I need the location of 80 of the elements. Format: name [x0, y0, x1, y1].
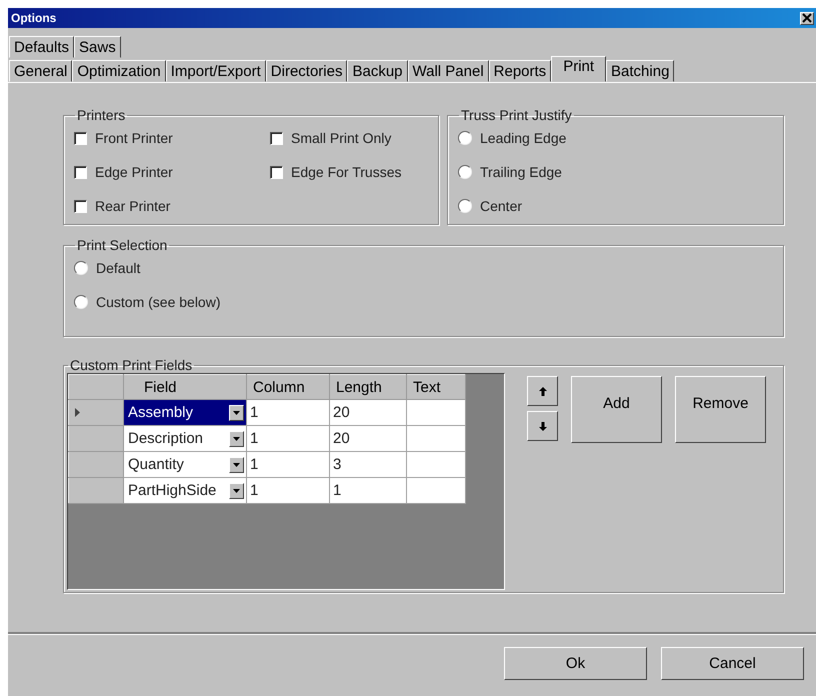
tab[interactable]: Wall Panel: [408, 60, 489, 82]
radio-label: Custom (see below): [96, 294, 220, 310]
radio-button[interactable]: [74, 295, 88, 309]
tab[interactable]: Import/Export: [166, 60, 266, 82]
dropdown-value: PartHighSide: [128, 482, 216, 499]
radio-button[interactable]: [458, 131, 472, 145]
group-title: Print Selection: [76, 237, 168, 253]
table-cell[interactable]: PartHighSide: [124, 478, 246, 504]
checkbox[interactable]: [270, 166, 283, 178]
close-icon: [802, 13, 812, 23]
group-title: Custom Print Fields: [69, 357, 194, 373]
checkbox[interactable]: [74, 166, 87, 178]
checkbox-label: Edge Printer: [95, 164, 173, 180]
table-cell[interactable]: [406, 426, 466, 452]
column-header[interactable]: Text: [406, 374, 466, 400]
dropdown-value: Description: [128, 430, 204, 447]
column-header[interactable]: Column: [246, 374, 330, 400]
radio-label: Default: [96, 260, 140, 276]
caret-icon: [233, 410, 240, 414]
table-cell[interactable]: 1: [246, 452, 330, 478]
checkbox-label: Rear Printer: [95, 198, 170, 214]
table-cell[interactable]: 20: [330, 400, 406, 426]
move-up-button[interactable]: [527, 376, 558, 406]
column-header[interactable]: Field: [124, 374, 246, 400]
table-cell[interactable]: [406, 400, 466, 426]
table-cell[interactable]: 1: [246, 478, 330, 504]
dropdown-button[interactable]: [229, 404, 244, 420]
checkbox-label: Small Print Only: [291, 130, 392, 146]
checkbox[interactable]: [74, 132, 87, 144]
column-header[interactable]: Length: [330, 374, 406, 400]
radio-label: Trailing Edge: [480, 164, 562, 180]
dropdown-value: Assembly: [128, 404, 194, 421]
table-cell[interactable]: [406, 478, 466, 504]
dropdown-button[interactable]: [229, 482, 244, 498]
row-header: [68, 374, 124, 400]
dropdown-value: Quantity: [128, 456, 184, 473]
tab[interactable]: Saws: [74, 36, 121, 58]
caret-icon: [233, 436, 240, 440]
close-button[interactable]: [800, 12, 814, 24]
table-cell[interactable]: 20: [330, 426, 406, 452]
table-cell[interactable]: Assembly: [124, 400, 246, 426]
tab[interactable]: Defaults: [9, 36, 74, 58]
radio-button[interactable]: [458, 199, 472, 213]
table-cell[interactable]: 1: [330, 478, 406, 504]
dropdown-button[interactable]: [229, 456, 244, 472]
caret-icon: [233, 462, 240, 466]
caret-icon: [233, 488, 240, 492]
table-cell[interactable]: [406, 452, 466, 478]
tab[interactable]: Backup: [347, 60, 408, 82]
tab[interactable]: Reports: [488, 60, 552, 82]
tab[interactable]: Optimization: [72, 60, 166, 82]
radio-button[interactable]: [458, 165, 472, 179]
tab[interactable]: Directories: [266, 60, 348, 82]
arrow-down-icon: [538, 422, 546, 430]
table-cell[interactable]: 1: [246, 400, 330, 426]
dialog-button[interactable]: Ok: [504, 646, 647, 680]
checkbox-label: Edge For Trusses: [291, 164, 402, 180]
dropdown-button[interactable]: [229, 430, 244, 446]
checkbox[interactable]: [74, 200, 87, 212]
window-title: Options: [11, 11, 56, 25]
row-pointer-icon: [75, 408, 80, 417]
table-cell[interactable]: Description: [124, 426, 246, 452]
arrow-up-icon: [538, 386, 546, 396]
table-cell[interactable]: 3: [330, 452, 406, 478]
radio-button[interactable]: [74, 261, 88, 275]
group-title: Truss Print Justify: [460, 107, 573, 123]
radio-label: Leading Edge: [480, 130, 566, 146]
move-down-button[interactable]: [527, 411, 558, 441]
tab[interactable]: Print: [551, 56, 606, 82]
action-button[interactable]: Remove: [675, 376, 766, 443]
tab[interactable]: Batching: [606, 60, 674, 82]
action-button[interactable]: Add: [571, 376, 662, 443]
table-cell[interactable]: Quantity: [124, 452, 246, 478]
checkbox[interactable]: [270, 132, 283, 144]
group-title: Printers: [76, 107, 126, 123]
table-cell[interactable]: 1: [246, 426, 330, 452]
tab[interactable]: General: [9, 60, 72, 82]
checkbox-label: Front Printer: [95, 130, 173, 146]
radio-label: Center: [480, 198, 522, 214]
dialog-button[interactable]: Cancel: [661, 646, 804, 680]
